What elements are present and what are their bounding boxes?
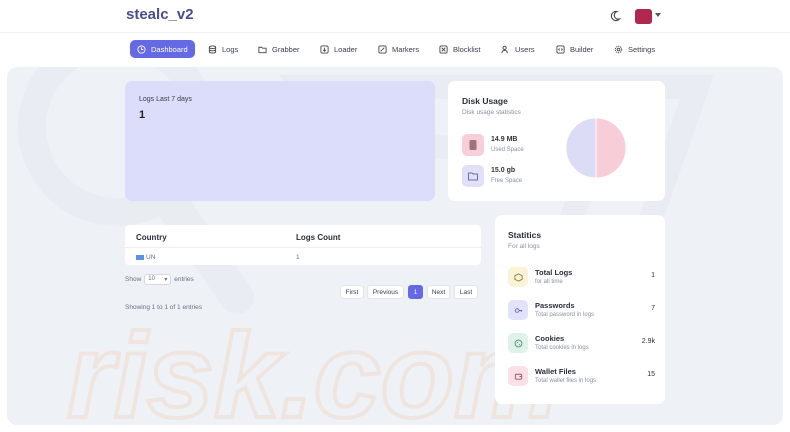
block-icon (439, 44, 448, 54)
country-logs-table: Country Logs Count UN 1 (125, 225, 481, 265)
stat-count: 15 (647, 371, 655, 378)
nav-users[interactable]: Users (494, 40, 542, 58)
nav-grabber[interactable]: Grabber (251, 40, 307, 58)
stat-passwords: Passwords Total password in logs 7 (508, 300, 655, 322)
nav-label: Grabber (272, 44, 300, 54)
nav-label: Loader (334, 44, 358, 54)
key-icon (508, 300, 528, 320)
page-first-button[interactable]: First (340, 285, 364, 299)
wallet-icon (508, 366, 528, 386)
entries-selector: Show 10 ▾ entries (125, 274, 194, 285)
stat-wallet-files: Wallet Files Total wallet files in logs … (508, 366, 655, 388)
chevron-down-icon[interactable] (655, 13, 661, 17)
table-info: Showing 1 to 1 of 1 entries (125, 304, 202, 311)
nav-blocklist[interactable]: Blocklist (432, 40, 488, 58)
nav-settings[interactable]: Settings (607, 40, 662, 58)
stat-desc: Total wallet files in logs (535, 378, 597, 384)
page-next-button[interactable]: Next (427, 285, 450, 299)
show-label: Show (125, 276, 142, 283)
entries-label: entries (174, 276, 194, 283)
disk-usage-card: Disk Usage Disk usage statistics 14.9 MB… (448, 81, 665, 201)
pie-slice-free-space[interactable] (565, 117, 597, 179)
stat-desc: Total cookies in logs (535, 345, 589, 351)
cookie-icon (508, 333, 528, 353)
page-last-button[interactable]: Last (454, 285, 478, 299)
page-previous-button[interactable]: Previous (367, 285, 404, 299)
avatar[interactable] (635, 9, 652, 24)
country-cell: UN (146, 254, 156, 261)
code-icon (556, 44, 565, 54)
stat-name: Cookies (535, 334, 565, 343)
box-icon (508, 267, 528, 287)
nav-label: Users (515, 44, 535, 54)
used-space-value: 14.9 MB (491, 136, 518, 143)
page-1-button[interactable]: 1 (408, 285, 423, 299)
disk-usage-subtitle: Disk usage statistics (462, 109, 521, 116)
statistics-subtitle: For all logs (508, 243, 540, 250)
header-country[interactable]: Country (136, 233, 167, 242)
table-row-count: 1 (296, 254, 300, 261)
nav-label: Logs (222, 44, 239, 54)
chevron-down-icon: ▾ (164, 277, 168, 283)
stat-count: 7 (651, 305, 655, 312)
stat-desc: for all time (535, 279, 563, 285)
nav-builder[interactable]: Builder (549, 40, 600, 58)
nav-label: Blocklist (453, 44, 481, 54)
pie-slice-used-space[interactable] (595, 117, 627, 179)
table-row-country: UN (136, 254, 155, 261)
nav-loader[interactable]: Loader (313, 40, 364, 58)
entries-value: 10 (148, 276, 155, 282)
folder-icon (462, 165, 484, 187)
stat-desc: Total password in logs (535, 312, 595, 318)
nav-dashboard[interactable]: Dashboard (130, 40, 195, 58)
gear-icon (614, 45, 623, 53)
stat-name: Passwords (535, 301, 575, 310)
edit-icon (378, 44, 387, 54)
logs-card-label: Logs Last 7 days (139, 96, 192, 103)
nav-label: Dashboard (151, 44, 188, 54)
disk-usage-pie-chart (565, 117, 627, 179)
nav-label: Builder (570, 44, 594, 54)
header-logs-count[interactable]: Logs Count (296, 233, 340, 242)
database-icon (208, 44, 217, 54)
used-space-label: Used Space (491, 147, 524, 153)
nav-markers[interactable]: Markers (371, 40, 426, 58)
free-space-value: 15.0 gb (491, 167, 516, 174)
stat-count: 2.9k (641, 338, 655, 345)
main-nav: Dashboard Logs Grabber Loader Markers Bl… (0, 33, 790, 65)
logs-card-value: 1 (139, 109, 146, 121)
top-bar: stealc_v2 (0, 0, 790, 33)
drive-icon (462, 134, 484, 156)
folder-icon (258, 46, 267, 53)
free-space-label: Free Space (491, 178, 523, 184)
clock-icon (137, 44, 146, 54)
users-icon (501, 45, 508, 53)
app-title[interactable]: stealc_v2 (126, 6, 194, 23)
nav-label: Settings (628, 44, 656, 54)
logs-last-7-days-card: Logs Last 7 days 1 (125, 81, 435, 201)
disk-usage-title: Disk Usage (462, 96, 508, 106)
stat-count: 1 (651, 272, 655, 279)
svg-text:risk.com: risk.com (67, 309, 561, 425)
nav-label: Markers (392, 44, 420, 54)
statistics-card: Statitics For all logs Total Logs for al… (495, 215, 665, 404)
nav-logs[interactable]: Logs (201, 40, 245, 58)
download-icon (320, 44, 329, 54)
stat-name: Wallet Files (535, 367, 576, 376)
stat-name: Total Logs (535, 268, 573, 277)
entries-select[interactable]: 10 ▾ (144, 274, 172, 285)
un-flag-icon (136, 254, 144, 260)
stat-cookies: Cookies Total cookies in logs 2.9k (508, 333, 655, 355)
dashboard-content: risk.com Logs Last 7 days 1 Disk Usage D… (7, 67, 783, 425)
header-divider (125, 247, 481, 248)
stat-total-logs: Total Logs for all time 1 (508, 267, 655, 289)
moon-icon[interactable] (609, 10, 621, 22)
statistics-title: Statitics (508, 230, 542, 240)
